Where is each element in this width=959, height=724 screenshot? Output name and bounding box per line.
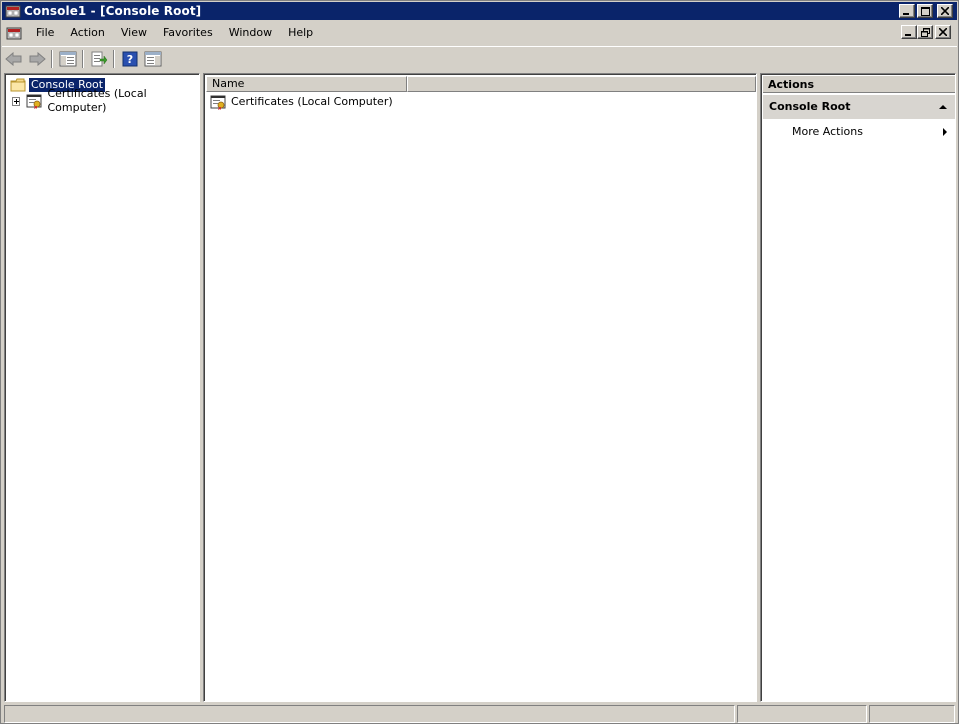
toolbar-separator (82, 49, 84, 68)
close-button[interactable] (937, 4, 953, 18)
actions-section-header[interactable]: Console Root (763, 95, 955, 119)
document-caption-buttons (901, 25, 951, 39)
certificate-snapin-icon (26, 93, 42, 109)
status-cell-tertiary (869, 705, 955, 723)
result-list-content: Name Certificates (Local Computer) (204, 74, 756, 701)
collapse-up-icon[interactable] (939, 105, 947, 109)
folder-icon (10, 78, 26, 92)
action-pane-icon (144, 51, 162, 66)
restore-icon (920, 27, 930, 37)
column-header-empty[interactable] (407, 76, 756, 92)
action-more-actions[interactable]: More Actions (792, 124, 955, 140)
menu-file[interactable]: File (28, 22, 62, 44)
toolbar-separator (113, 49, 115, 68)
export-list-button[interactable] (88, 48, 110, 70)
minimize-icon (903, 13, 909, 15)
back-button[interactable] (3, 48, 25, 70)
result-list-pane[interactable]: Name Certificates (Local Computer) (203, 73, 757, 702)
status-cell-main (4, 705, 735, 723)
title-bar[interactable]: Console1 - [Console Root] (2, 2, 957, 20)
menu-action[interactable]: Action (62, 22, 112, 44)
console-tree-icon (59, 51, 77, 66)
actions-pane-title: Actions (763, 76, 955, 93)
menu-favorites[interactable]: Favorites (155, 22, 221, 44)
status-cell-secondary (737, 705, 867, 723)
column-header-name[interactable]: Name (206, 76, 407, 92)
document-close-button[interactable] (935, 25, 951, 39)
menu-view[interactable]: View (113, 22, 155, 44)
actions-content: Actions Console Root More Actions (761, 74, 955, 701)
actions-pane: Actions Console Root More Actions (760, 73, 956, 702)
action-item-label: More Actions (792, 125, 863, 138)
maximize-button[interactable] (917, 4, 933, 18)
console-tree-content: Console Root Certificates (Local Compute… (5, 74, 199, 701)
close-icon (939, 28, 947, 36)
certificate-snapin-icon (210, 94, 226, 110)
forward-arrow-icon (29, 51, 46, 66)
toolbar: ? (2, 46, 957, 70)
document-minimize-button[interactable] (901, 25, 917, 39)
help-icon: ? (122, 51, 138, 66)
close-icon (941, 7, 949, 15)
toolbar-separator (51, 49, 53, 68)
show-hide-action-pane-button[interactable] (142, 48, 164, 70)
actions-section-label: Console Root (769, 100, 851, 113)
window-title: Console1 - [Console Root] (24, 4, 202, 18)
expand-plus-icon[interactable] (12, 96, 21, 106)
minimize-button[interactable] (899, 4, 915, 18)
menu-window[interactable]: Window (221, 22, 280, 44)
list-item-label: Certificates (Local Computer) (231, 95, 393, 108)
document-restore-button[interactable] (917, 25, 933, 39)
mmc-window: Console1 - [Console Root] File Action Vi… (0, 0, 959, 724)
minimize-icon (905, 34, 911, 36)
console-tree-pane[interactable]: Console Root Certificates (Local Compute… (4, 73, 200, 702)
menu-bar: File Action View Favorites Window Help (2, 22, 957, 44)
tree-item-certificates[interactable]: Certificates (Local Computer) (12, 87, 199, 114)
export-list-icon (91, 51, 108, 66)
document-system-icon[interactable] (6, 25, 22, 41)
help-button[interactable]: ? (119, 48, 141, 70)
status-bar (2, 705, 957, 723)
show-hide-console-tree-button[interactable] (57, 48, 79, 70)
list-item[interactable]: Certificates (Local Computer) (210, 94, 395, 110)
tree-item-label: Certificates (Local Computer) (47, 87, 147, 114)
caption-buttons (899, 4, 953, 18)
maximize-icon (920, 6, 930, 16)
submenu-arrow-icon (943, 128, 947, 136)
menu-help[interactable]: Help (280, 22, 321, 44)
list-header: Name (206, 76, 756, 92)
svg-text:?: ? (127, 53, 133, 66)
back-arrow-icon (5, 51, 22, 66)
mmc-app-icon[interactable] (5, 3, 21, 19)
forward-button[interactable] (26, 48, 48, 70)
